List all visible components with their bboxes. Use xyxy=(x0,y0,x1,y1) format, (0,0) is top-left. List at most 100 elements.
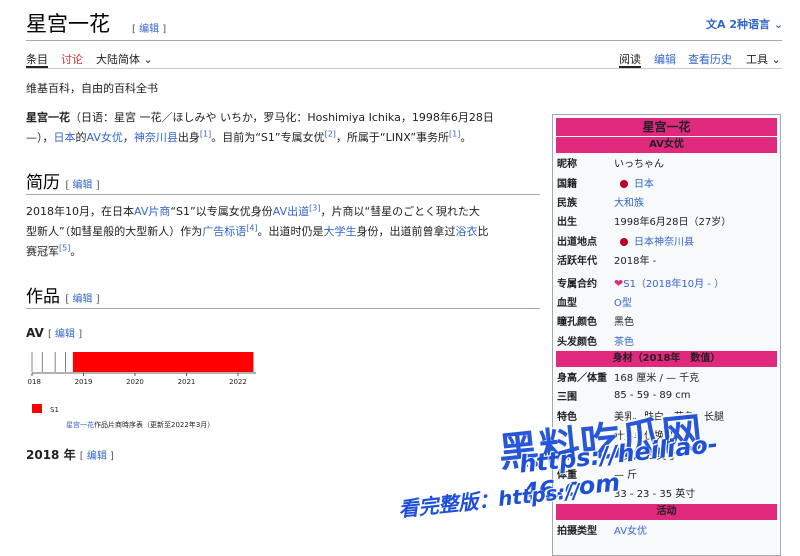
infobox-key: 拍摄类型 xyxy=(557,525,597,537)
reference-link[interactable]: [2] xyxy=(325,129,336,138)
variant-dropdown[interactable]: 大陆简体 ⌄ xyxy=(96,51,153,67)
reference-link[interactable]: [3] xyxy=(309,203,320,212)
axis-tick-label: 2018 xyxy=(28,378,41,386)
japan-flag-icon xyxy=(620,237,628,246)
axis-tick-label: 2022 xyxy=(229,378,247,386)
infobox-row: 昵称 いっちゃん xyxy=(556,153,777,172)
infobox-value: 2018年 - xyxy=(614,256,657,268)
infobox-row: 拍摄类型 AV女优 xyxy=(556,520,777,539)
translate-icon: 文A xyxy=(706,18,726,31)
infobox-body-header: 身材（2018年 数值） xyxy=(556,350,777,367)
reference-link[interactable]: [1] xyxy=(200,129,211,138)
timeline-bar-s1 xyxy=(73,352,254,372)
infobox-row: 身高／体重 168 厘米 / — 千克 xyxy=(556,367,777,386)
infobox-subtitle: AV女优 xyxy=(556,137,777,153)
infobox-basic-rows: 昵称 いっちゃん国籍 日本民族 大和族出生 1998年6月28日（27岁） 出道地点 日本神… xyxy=(553,153,780,269)
tab-history[interactable]: 查看历史 xyxy=(688,51,732,67)
infobox-row: 出道地点 日本神奈川县 xyxy=(556,231,777,250)
tab-article[interactable]: 条目 xyxy=(26,51,48,67)
axis-tick-label: 2019 xyxy=(75,378,93,386)
title-edit-link[interactable]: [ 编辑 ] xyxy=(132,20,166,35)
infobox-value[interactable]: 日本神奈川县 xyxy=(614,233,777,248)
infobox-key: 民族 xyxy=(557,197,577,209)
infobox-value[interactable]: 茶色 xyxy=(614,333,777,348)
infobox-value[interactable]: O型 xyxy=(614,294,777,309)
infobox-title: 星宫一花 xyxy=(556,118,777,136)
infobox-row: 出生 1998年6月28日（27岁） xyxy=(556,211,777,230)
reference-link[interactable]: [5] xyxy=(59,243,70,252)
japan-flag-icon xyxy=(620,179,628,188)
section-divider xyxy=(26,194,540,195)
chevron-down-icon: ⌄ xyxy=(773,18,784,31)
infobox-row: 瞳孔颜色 黑色 xyxy=(556,311,777,330)
infobox-row: 血型 O型 xyxy=(556,292,777,311)
infobox-key: 头发颜色 xyxy=(557,336,597,348)
infobox-activity-rows: 拍摄类型 AV女优 xyxy=(553,520,780,539)
link-japan[interactable]: 日本 xyxy=(54,131,76,144)
section-edit-link[interactable]: [ 编辑 ] xyxy=(65,180,99,191)
link-av-studio[interactable]: AV片商 xyxy=(134,205,170,218)
reference-link[interactable]: [1] xyxy=(449,129,460,138)
section-edit-link[interactable]: [ 编辑 ] xyxy=(48,329,82,340)
tabs-divider xyxy=(26,68,782,69)
link-student[interactable]: 大学生 xyxy=(324,225,357,238)
biography-paragraph: 2018年10月，在日本AV片商“S1”以专属女优身份AV出道[3]，片商以“彗… xyxy=(26,203,489,258)
infobox-row: 活跃年代 2018年 - xyxy=(556,250,777,269)
section-heading-biography: 简历 [ 编辑 ] xyxy=(26,173,100,193)
intro-paragraph: 星宫一花（日语：星宮 一花／ほしみや いちか，罗马化：Hoshimiya Ich… xyxy=(26,111,494,144)
infobox-value[interactable]: 大和族 xyxy=(614,194,777,209)
section-edit-link[interactable]: [ 编辑 ] xyxy=(65,294,99,305)
tools-dropdown[interactable]: 工具 ⌄ xyxy=(746,51,781,67)
tab-read[interactable]: 阅读 xyxy=(619,51,641,67)
link-kanagawa[interactable]: 神奈川县 xyxy=(134,131,178,144)
language-button[interactable]: 文A 2种语言 ⌄ xyxy=(706,16,783,32)
link-yukata[interactable]: 浴衣 xyxy=(456,225,478,238)
tab-talk[interactable]: 讨论 xyxy=(61,51,83,67)
infobox-value: 1998年6月28日（27岁） xyxy=(614,217,732,229)
heart-icon: ❤ xyxy=(614,276,624,290)
site-tagline: 维基百科，自由的百科全书 xyxy=(26,82,158,95)
chevron-down-icon: ⌄ xyxy=(143,53,153,66)
section-heading-works: 作品 [ 编辑 ] xyxy=(26,287,100,307)
infobox-value[interactable]: AV女优 xyxy=(614,522,777,537)
infobox-key: 三围 xyxy=(557,392,577,404)
infobox-value: ❤S1（2018年10月 - ） xyxy=(614,276,725,290)
link-av-actress[interactable]: AV女优 xyxy=(87,131,123,144)
infobox-value: いっちゃん xyxy=(614,159,664,171)
infobox-row: 头发颜色 茶色 xyxy=(556,331,777,350)
link-slogan[interactable]: 广告标语 xyxy=(202,225,246,238)
reference-link[interactable]: [4] xyxy=(246,223,257,232)
infobox-row: 民族 大和族 xyxy=(556,192,777,211)
infobox-row: 专属合约 ❤S1（2018年10月 - ） xyxy=(556,272,777,291)
infobox-key: 瞳孔颜色 xyxy=(557,317,597,329)
axis-tick-label: 2021 xyxy=(178,378,196,386)
legend-swatch xyxy=(32,404,42,413)
link-av-debut[interactable]: AV出道 xyxy=(273,205,309,218)
legend-label: S1 xyxy=(50,406,59,414)
axis-tick-label: 2020 xyxy=(126,378,144,386)
infobox-key: 活跃年代 xyxy=(557,256,597,268)
subject-name: 星宫一花 xyxy=(26,111,70,124)
section-edit-link[interactable]: [ 编辑 ] xyxy=(80,451,114,462)
infobox-value: 168 厘米 / — 千克 xyxy=(614,373,700,385)
chevron-down-icon: ⌄ xyxy=(771,53,781,66)
subsection-heading-2018: 2018 年 [ 编辑 ] xyxy=(26,448,114,462)
timeline-caption: 星宫一花作品片商時序表（更新至2022年3月） xyxy=(66,421,215,429)
page-title: 星宫一花 xyxy=(26,12,110,36)
link-subject[interactable]: 星宫一花 xyxy=(66,421,94,429)
infobox-detail-rows: 专属合约 ❤S1（2018年10月 - ） 血型 O型瞳孔颜色 黑色头发颜色 茶色 xyxy=(553,272,780,350)
infobox-value: 黑色 xyxy=(614,317,634,329)
infobox-key: 血型 xyxy=(557,297,577,309)
infobox-row: 国籍 日本 xyxy=(556,172,777,191)
infobox-key: 身高／体重 xyxy=(557,373,607,385)
infobox-key: 专属合约 xyxy=(557,278,597,290)
section-divider xyxy=(26,308,540,309)
tab-edit[interactable]: 编辑 xyxy=(654,51,676,67)
infobox-key: 国籍 xyxy=(557,178,577,190)
infobox-key: 出生 xyxy=(557,217,577,229)
header-divider xyxy=(26,40,782,41)
infobox-value[interactable]: 日本 xyxy=(614,175,777,190)
infobox-activity-header: 活动 xyxy=(556,503,777,520)
infobox-key: 昵称 xyxy=(557,159,577,171)
infobox-key: 出道地点 xyxy=(557,236,597,248)
